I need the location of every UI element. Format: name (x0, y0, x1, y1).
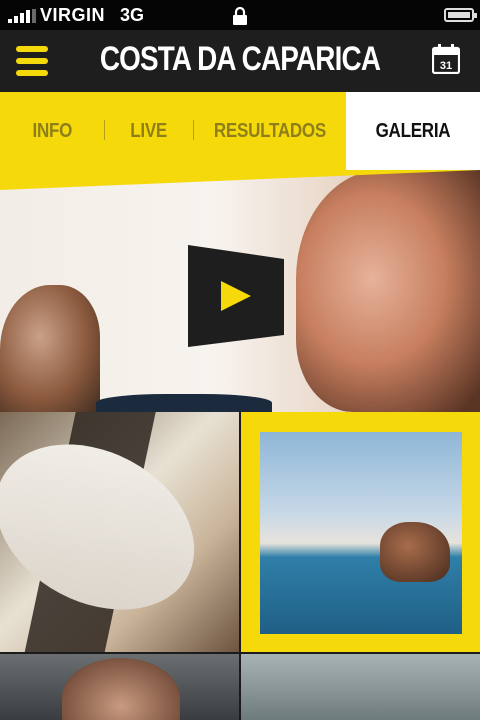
play-icon[interactable] (188, 245, 284, 347)
app-header: COSTA DA CAPARICA 31 (0, 30, 480, 92)
tab-live[interactable]: LIVE (105, 92, 193, 170)
status-bar: VIRGIN 3G (0, 0, 480, 30)
tab-info[interactable]: INFO (0, 92, 104, 170)
hamburger-menu-icon[interactable] (16, 46, 48, 76)
battery-icon (444, 8, 477, 22)
signal-icon (8, 9, 36, 23)
grid-divider (0, 652, 480, 654)
calendar-icon[interactable]: 31 (432, 44, 460, 74)
hero-photo-person-right (296, 170, 480, 412)
gallery-thumbnail-selected[interactable] (240, 412, 480, 654)
thumbnail-photo-surfer (260, 432, 462, 634)
lock-icon (233, 7, 247, 25)
tab-bar: INFO LIVE RESULTADOS GALERIA (0, 92, 480, 170)
calendar-day: 31 (440, 60, 452, 72)
tab-resultados[interactable]: RESULTADOS (194, 92, 346, 170)
grid-divider (239, 412, 241, 720)
tab-galeria[interactable]: GALERIA (346, 92, 480, 170)
page-title: COSTA DA CAPARICA (99, 40, 381, 78)
gallery-thumbnail[interactable] (240, 654, 480, 720)
network-type: 3G (120, 5, 145, 25)
thumbnail-photo-detail (380, 522, 450, 582)
thumbnail-photo-portrait (62, 658, 180, 720)
gallery-thumbnail[interactable] (0, 412, 240, 654)
hero-photo-surfboard (96, 394, 272, 412)
gallery-thumbnail[interactable] (0, 654, 240, 720)
carrier-name: VIRGIN (40, 5, 106, 25)
hero-photo-person-left (0, 285, 100, 412)
